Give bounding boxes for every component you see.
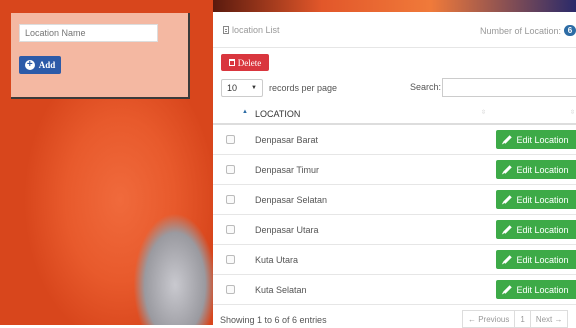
header-strip [213, 0, 576, 12]
edit-location-label: Edit Location [516, 254, 569, 265]
row-checkbox[interactable] [226, 135, 235, 144]
search-input[interactable] [442, 78, 576, 97]
plus-circle-icon: + [24, 60, 35, 70]
table-row: Denpasar Barat Edit Location [213, 125, 576, 155]
location-name-cell: Denpasar Selatan [255, 195, 328, 205]
location-name-cell: Denpasar Timur [255, 165, 320, 175]
edit-location-button[interactable]: Edit Location [496, 250, 576, 269]
page-size-select[interactable]: 10 ▼ [221, 79, 263, 97]
panel-header: location List Number of Location: 6 [213, 12, 576, 48]
row-checkbox[interactable] [226, 285, 235, 294]
search-label: Search: [410, 82, 442, 92]
pencil-icon [503, 255, 513, 264]
page-size-control: 10 ▼ records per page [221, 79, 337, 97]
panel-title-text: location List [232, 25, 280, 35]
previous-page-button[interactable]: ← Previous [462, 310, 516, 328]
add-button-label: Add [38, 60, 56, 70]
location-name-cell: Denpasar Utara [255, 225, 319, 235]
location-list-panel: location List Number of Location: 6 Dele… [213, 12, 576, 328]
page-size-value: 10 [227, 83, 238, 93]
location-name-cell: Kuta Selatan [255, 285, 307, 295]
location-count-label: Number of Location: [479, 25, 561, 36]
page-size-label: records per page [269, 83, 338, 93]
edit-location-label: Edit Location [516, 194, 569, 205]
edit-location-button[interactable]: Edit Location [496, 160, 576, 179]
edit-location-label: Edit Location [516, 224, 569, 235]
row-checkbox[interactable] [226, 165, 235, 174]
table-row: Denpasar Timur Edit Location [213, 155, 576, 185]
table-header: ▲ LOCATION ⇳ ⇳ [213, 104, 576, 125]
location-count: Number of Location: 6 [480, 25, 576, 36]
pagination: ← Previous 1 Next → [462, 310, 569, 328]
edit-location-button[interactable]: Edit Location [496, 280, 576, 299]
page-1-button[interactable]: 1 [515, 310, 531, 328]
next-page-button[interactable]: Next → [530, 310, 569, 328]
row-checkbox[interactable] [226, 255, 235, 264]
panel-title: location List [223, 25, 280, 35]
table-row: Denpasar Utara Edit Location [213, 215, 576, 245]
sort-icon[interactable]: ⇳ [481, 109, 486, 116]
table-row: Denpasar Selatan Edit Location [213, 185, 576, 215]
edit-location-label: Edit Location [516, 284, 569, 295]
edit-location-label: Edit Location [516, 164, 569, 175]
edit-location-button[interactable]: Edit Location [496, 130, 576, 149]
delete-button[interactable]: Delete [221, 54, 269, 71]
table-row: Kuta Selatan Edit Location [213, 275, 576, 305]
entries-info: Showing 1 to 6 of 6 entries [220, 315, 327, 325]
delete-button-label: Delete [237, 57, 262, 68]
location-name-input[interactable] [19, 24, 158, 42]
count-badge: 6 [564, 25, 576, 36]
trash-icon [228, 59, 235, 66]
column-header-location[interactable]: LOCATION [255, 109, 300, 119]
edit-location-label: Edit Location [516, 134, 569, 145]
add-button[interactable]: + Add [19, 56, 61, 74]
edit-location-button[interactable]: Edit Location [496, 190, 576, 209]
table-row: Kuta Utara Edit Location [213, 245, 576, 275]
add-location-form: + Add [11, 13, 190, 99]
sort-asc-icon[interactable]: ▲ [242, 109, 248, 115]
caret-down-icon: ▼ [251, 85, 257, 91]
location-name-cell: Kuta Utara [255, 255, 299, 265]
pencil-icon [503, 195, 513, 204]
location-name-cell: Denpasar Barat [255, 135, 319, 145]
list-icon [223, 26, 229, 34]
pencil-icon [503, 165, 513, 174]
edit-location-button[interactable]: Edit Location [496, 220, 576, 239]
pencil-icon [503, 135, 513, 144]
pencil-icon [503, 285, 513, 294]
pencil-icon [503, 225, 513, 234]
sort-icon[interactable]: ⇳ [570, 109, 575, 116]
row-checkbox[interactable] [226, 225, 235, 234]
row-checkbox[interactable] [226, 195, 235, 204]
